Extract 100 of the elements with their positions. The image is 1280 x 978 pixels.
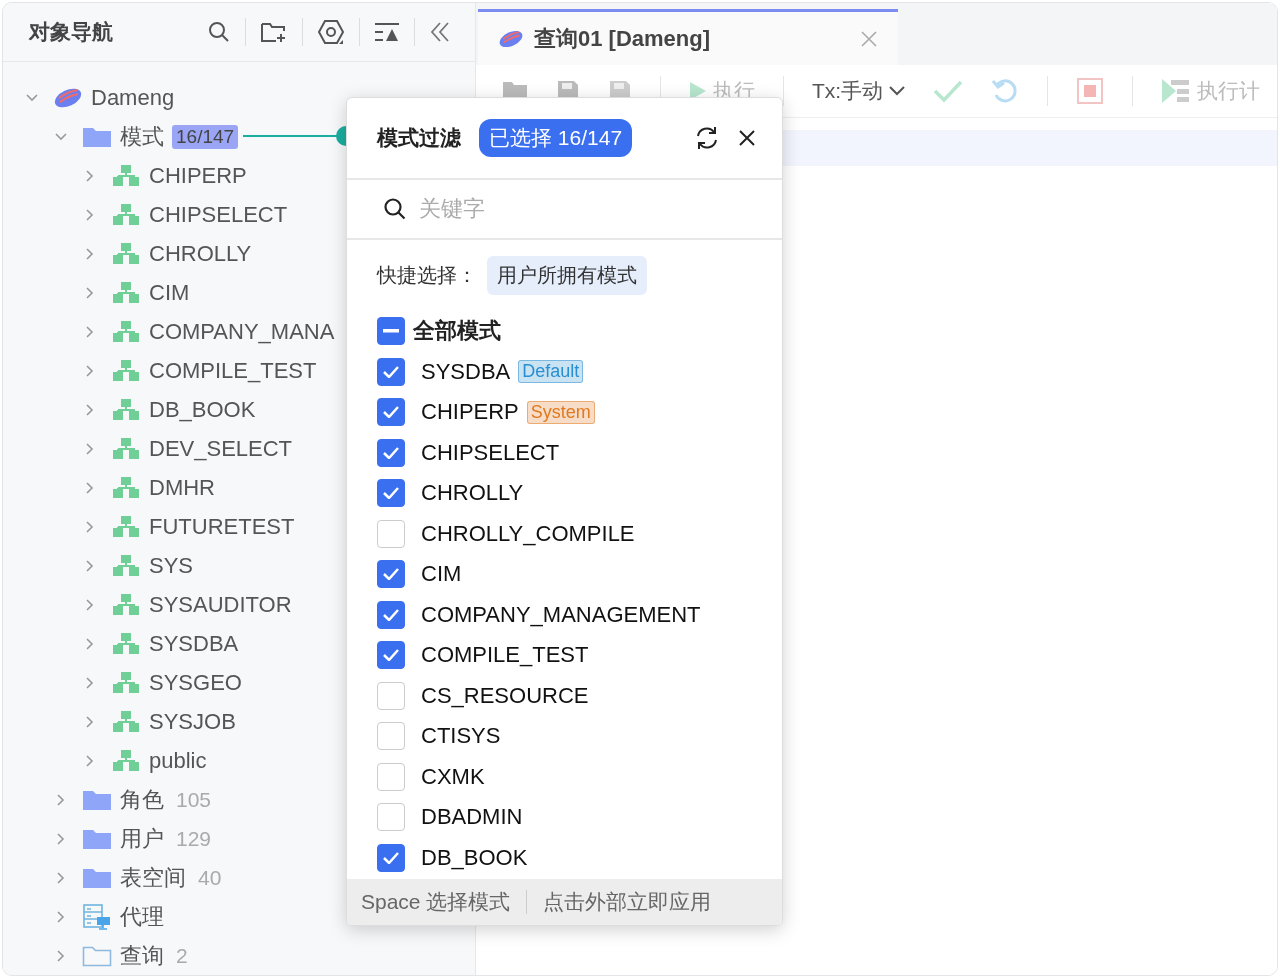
checkbox-label: CTISYS	[421, 723, 501, 750]
panel-title: 对象导航	[29, 19, 113, 45]
tree-item[interactable]: CHIPERP	[149, 162, 247, 189]
check-icon	[383, 568, 399, 581]
checkbox[interactable]	[377, 398, 405, 427]
tree-item[interactable]: DEV_SELECT	[149, 435, 293, 462]
checkbox[interactable]	[377, 843, 405, 872]
footer-hint: Space 选择模式	[361, 889, 511, 915]
check-icon	[383, 851, 399, 864]
transaction-dropdown[interactable]: Tx:手动	[812, 77, 906, 105]
tree-item[interactable]: 用户	[120, 823, 164, 854]
editor-tab[interactable]: 查询01 [Dameng]	[478, 9, 898, 65]
checkbox-label: CHROLLY_COMPILE	[421, 520, 635, 547]
item-count: 105	[176, 787, 212, 812]
collapse-icon[interactable]	[429, 21, 451, 43]
schema-icon	[111, 163, 141, 188]
tree-item[interactable]: 模式	[120, 121, 164, 152]
schema-icon	[111, 514, 141, 539]
tree-item[interactable]: COMPANY_MANA	[149, 318, 335, 345]
search-icon	[383, 197, 407, 221]
tree-item[interactable]: CIM	[149, 279, 190, 306]
checkbox-label: DBADMIN	[421, 804, 523, 831]
checkbox[interactable]	[377, 722, 405, 751]
check-icon	[383, 649, 399, 662]
tree-item[interactable]: SYSGEO	[149, 669, 242, 696]
checkbox[interactable]	[377, 357, 405, 386]
checkbox-label: CHIPSELECT	[421, 439, 560, 466]
refresh-icon[interactable]	[694, 125, 720, 151]
checkbox-label: COMPANY_MANAGEMENT	[421, 601, 701, 628]
checkbox-label: CXMK	[421, 763, 485, 790]
checkbox[interactable]	[377, 641, 405, 670]
checkbox[interactable]	[377, 519, 405, 548]
schema-icon	[111, 709, 141, 734]
schema-icon	[111, 319, 141, 344]
checkbox[interactable]	[377, 560, 405, 589]
tree-item[interactable]: 表空间	[120, 862, 186, 893]
search-icon[interactable]	[207, 20, 231, 44]
stop-icon[interactable]	[1076, 77, 1105, 105]
schema-icon	[111, 280, 141, 305]
schema-icon	[111, 748, 141, 773]
tree-item[interactable]: public	[149, 747, 207, 774]
checkbox-label: SYSDBA	[421, 358, 511, 385]
tree-item[interactable]: SYS	[149, 552, 194, 579]
check-icon	[383, 365, 399, 378]
tree-item[interactable]: SYSDBA	[149, 630, 239, 657]
checkbox[interactable]	[377, 479, 405, 508]
commit-check-icon[interactable]	[933, 79, 964, 103]
checkbox[interactable]	[377, 762, 405, 791]
schema-tag: Default	[518, 360, 584, 384]
schema-tag: System	[526, 400, 595, 424]
tree-item[interactable]: Dameng	[91, 84, 175, 111]
checkbox-label: COMPILE_TEST	[421, 642, 589, 669]
schema-icon	[111, 358, 141, 383]
schema-icon	[111, 436, 141, 461]
tree-item[interactable]: DMHR	[149, 474, 215, 501]
tree-item[interactable]: 角色	[120, 784, 164, 815]
hexagon-icon[interactable]	[317, 19, 345, 45]
chevron-icon	[889, 85, 906, 97]
close-icon[interactable]	[738, 129, 756, 147]
item-count: 129	[176, 826, 212, 851]
schema-icon	[111, 631, 141, 656]
quick-select-label: 快捷选择：	[377, 263, 477, 288]
schema-icon	[111, 241, 141, 266]
tree-item[interactable]: DB_BOOK	[149, 396, 256, 423]
tree-item[interactable]: 代理	[120, 901, 164, 932]
footer-hint: 点击外部立即应用	[543, 889, 712, 915]
checkbox[interactable]	[377, 600, 405, 629]
checkbox[interactable]	[377, 438, 405, 467]
sort-icon[interactable]	[374, 21, 400, 43]
checkbox[interactable]	[377, 803, 405, 832]
check-icon	[383, 406, 399, 419]
plan-icon[interactable]	[1161, 78, 1192, 104]
tree-item[interactable]: SYSJOB	[149, 708, 236, 735]
count-badge: 16/147	[172, 124, 239, 149]
server-icon	[82, 903, 112, 930]
checkbox-label: CIM	[421, 561, 462, 588]
add-folder-icon[interactable]	[260, 20, 288, 44]
checkbox[interactable]	[377, 681, 405, 710]
checkbox-label: DB_BOOK	[421, 844, 528, 871]
schema-icon	[111, 592, 141, 617]
tree-item[interactable]: SYSAUDITOR	[149, 591, 292, 618]
selection-badge: 已选择 16/147	[479, 119, 633, 157]
schema-icon	[111, 202, 141, 227]
check-icon	[383, 608, 399, 621]
undo-icon[interactable]	[991, 77, 1020, 105]
popup-title: 模式过滤	[377, 125, 461, 151]
checkbox[interactable]	[377, 317, 405, 346]
tree-item[interactable]: FUTURETEST	[149, 513, 295, 540]
check-icon	[383, 446, 399, 459]
tree-item[interactable]: CHROLLY	[149, 240, 252, 267]
quick-select-chip[interactable]: 用户所拥有模式	[487, 256, 647, 295]
checkbox-label: CHIPERP	[421, 399, 519, 426]
tree-item[interactable]: 查询	[120, 940, 164, 971]
schema-icon	[111, 670, 141, 695]
minus-icon	[383, 329, 399, 334]
item-count: 2	[176, 943, 188, 968]
tree-item[interactable]: COMPILE_TEST	[149, 357, 317, 384]
schema-icon	[111, 475, 141, 500]
tree-item[interactable]: CHIPSELECT	[149, 201, 288, 228]
checkbox-label: CHROLLY	[421, 480, 524, 507]
